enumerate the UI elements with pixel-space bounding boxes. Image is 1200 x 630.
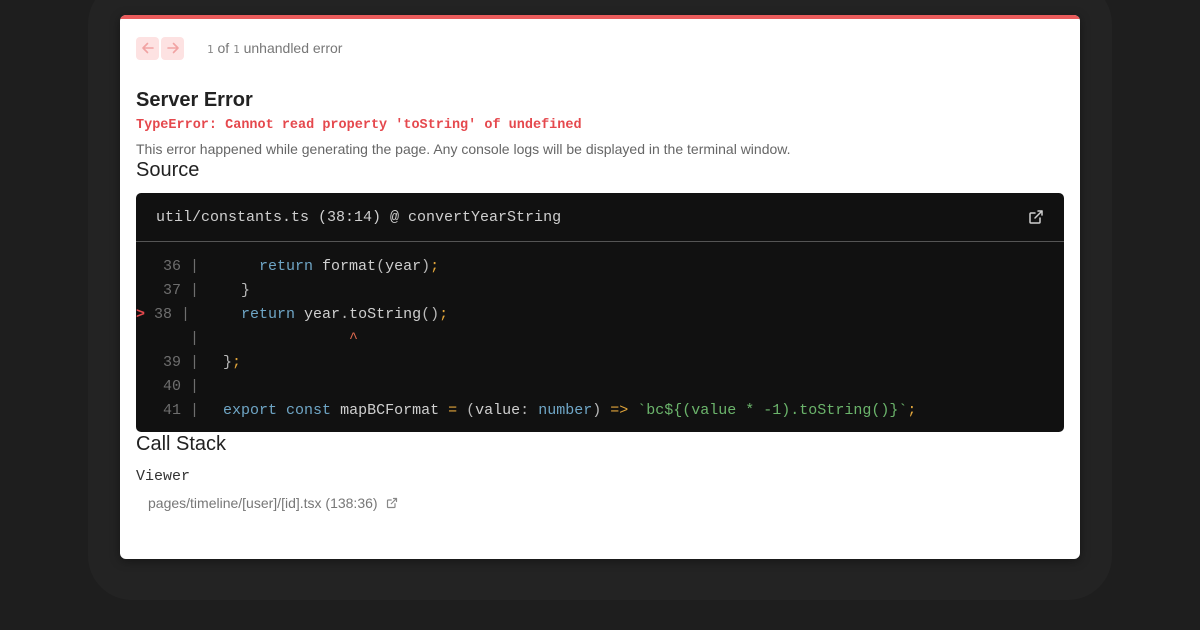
stack-frame-file-path[interactable]: pages/timeline/[user]/[id].tsx (138:36)	[148, 495, 378, 511]
line-gutter: 37 |	[136, 282, 200, 299]
code-line: 41 | export const mapBCFormat = (value: …	[136, 399, 1064, 423]
code-line-caret: | ^	[136, 327, 1064, 351]
next-error-button[interactable]	[161, 36, 184, 60]
line-code: export const mapBCFormat = (value: numbe…	[223, 402, 917, 419]
code-line: 36 | return format(year);	[136, 255, 1064, 279]
stack-frame-file[interactable]: pages/timeline/[user]/[id].tsx (138:36)	[148, 495, 1064, 511]
error-description: This error happened while generating the…	[136, 141, 791, 157]
code-line-highlighted: > 38 | return year.toString();	[136, 303, 1064, 327]
external-link-icon[interactable]	[1028, 209, 1044, 225]
code-line: 40 |	[136, 375, 1064, 399]
error-overlay-dialog: 1 of 1 unhandled error Server Error Type…	[120, 15, 1080, 559]
error-caret: ^	[223, 330, 359, 347]
line-number: 38 |	[145, 306, 191, 323]
line-code: }	[241, 282, 251, 299]
code-line: 37 | }	[136, 279, 1064, 303]
code-frame: util/constants.ts (38:14) @ convertYearS…	[136, 193, 1064, 432]
error-accent-bar	[120, 15, 1080, 19]
error-message: TypeError: Cannot read property 'toStrin…	[136, 118, 582, 133]
line-gutter: > 38 |	[136, 303, 223, 327]
current-error-index: 1	[207, 43, 214, 56]
error-title: Server Error	[136, 89, 253, 111]
error-line-marker: >	[136, 306, 146, 323]
error-pagination: 1 of 1 unhandled error	[136, 35, 1064, 61]
line-gutter: 36 |	[136, 258, 200, 275]
code-frame-body: 36 | return format(year); 37 | } > 38 | …	[136, 242, 1064, 432]
line-gutter: 40 |	[136, 378, 200, 395]
error-count-of: of	[217, 40, 230, 56]
code-frame-header: util/constants.ts (38:14) @ convertYearS…	[136, 193, 1064, 242]
error-count-suffix: unhandled error	[243, 40, 343, 56]
total-error-count: 1	[233, 43, 240, 56]
code-line: 39 | };	[136, 351, 1064, 375]
arrow-left-icon	[141, 42, 154, 54]
previous-error-button[interactable]	[136, 36, 159, 60]
source-location-link[interactable]: util/constants.ts (38:14) @ convertYearS…	[156, 209, 561, 226]
arrow-right-icon	[166, 42, 179, 54]
stack-frame-function: Viewer	[136, 468, 191, 485]
line-gutter: |	[136, 330, 200, 347]
line-gutter: 41 |	[136, 402, 200, 419]
source-heading: Source	[136, 159, 200, 181]
line-code: return year.toString();	[241, 306, 449, 323]
line-gutter: 39 |	[136, 354, 200, 371]
line-code: };	[223, 354, 242, 371]
error-count: 1 of 1 unhandled error	[207, 40, 342, 56]
line-code: return format(year);	[259, 258, 440, 275]
call-stack-heading: Call Stack	[136, 433, 227, 455]
external-link-icon[interactable]	[386, 497, 398, 509]
